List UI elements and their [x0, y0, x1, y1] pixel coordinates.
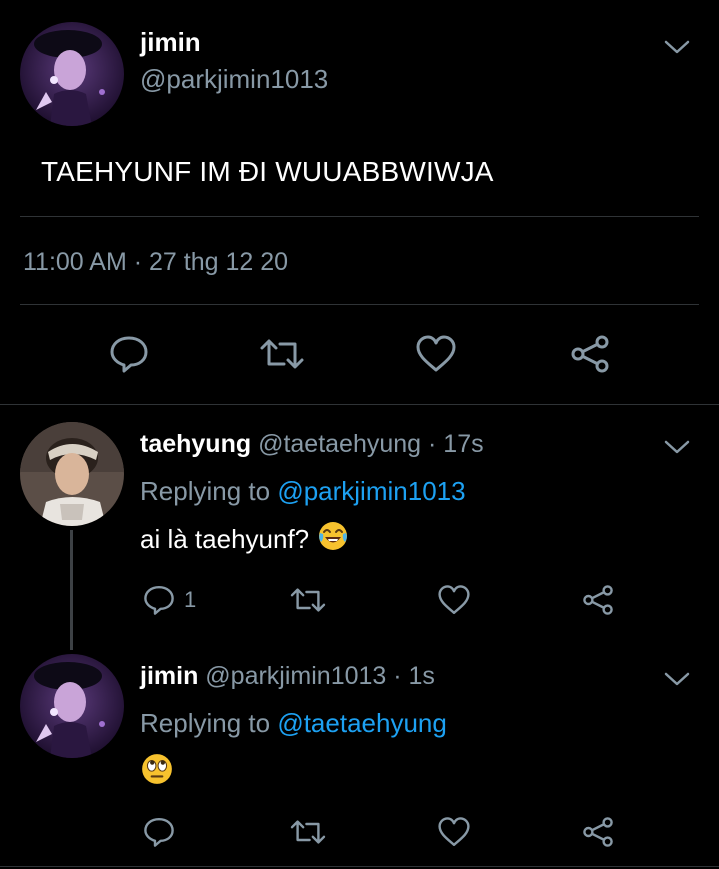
- user-handle-time[interactable]: @parkjimin1013 · 1s: [205, 662, 435, 690]
- display-name[interactable]: taehyung: [140, 430, 251, 458]
- display-name[interactable]: jimin: [140, 27, 201, 58]
- retweet-icon: [290, 588, 326, 612]
- divider: [20, 304, 699, 305]
- like-icon: [438, 585, 470, 614]
- tweet-text: TAEHYUNF IM ĐI WUUABBWIWJA: [41, 156, 494, 187]
- like-button[interactable]: [414, 334, 458, 374]
- face-with-rolling-eyes-icon: [140, 752, 174, 793]
- reply-count: 1: [184, 587, 197, 612]
- share-button[interactable]: [580, 584, 616, 616]
- share-button[interactable]: [580, 816, 616, 848]
- tweet-text-body: ai là taehyunf?: [140, 524, 310, 554]
- divider: [0, 404, 719, 405]
- like-icon: [416, 335, 456, 372]
- thread-line: [70, 530, 73, 650]
- reply-header[interactable]: taehyung @taetaehyung · 17s: [140, 430, 484, 459]
- divider: [0, 866, 719, 867]
- retweet-button[interactable]: [288, 584, 328, 616]
- replying-prefix: Replying to: [140, 708, 278, 738]
- replying-prefix: Replying to: [140, 476, 278, 506]
- tweet-timestamp[interactable]: 11:00 AM · 27 thg 12 20: [23, 248, 288, 277]
- reply-header[interactable]: jimin @parkjimin1013 · 1s: [140, 662, 435, 691]
- chevron-down-icon[interactable]: [664, 38, 690, 56]
- share-icon: [571, 335, 609, 373]
- reply-icon: [144, 818, 174, 847]
- like-button[interactable]: [436, 816, 472, 848]
- like-button[interactable]: [436, 584, 472, 616]
- reply-icon: [144, 586, 174, 615]
- retweet-button[interactable]: [258, 334, 306, 374]
- face-with-tears-of-joy-icon: [317, 520, 349, 559]
- reply-button[interactable]: [142, 816, 176, 848]
- share-button[interactable]: [568, 334, 612, 374]
- reply-icon: [110, 336, 148, 373]
- retweet-icon: [290, 820, 326, 844]
- display-name[interactable]: jimin: [140, 662, 198, 690]
- mention-link[interactable]: @taetaehyung: [277, 708, 447, 738]
- replying-to: Replying to @parkjimin1013: [140, 476, 466, 507]
- chevron-down-icon[interactable]: [664, 670, 690, 688]
- user-handle-time[interactable]: @taetaehyung · 17s: [258, 430, 484, 458]
- tweet-text: ai là taehyunf?: [140, 520, 349, 559]
- chevron-down-icon[interactable]: [664, 438, 690, 456]
- like-icon: [438, 817, 470, 846]
- reply-button[interactable]: [108, 334, 150, 374]
- reply-button[interactable]: 1: [142, 584, 196, 616]
- avatar[interactable]: [20, 22, 124, 126]
- retweet-button[interactable]: [288, 816, 328, 848]
- retweet-icon: [260, 339, 304, 369]
- avatar[interactable]: [20, 422, 124, 526]
- share-icon: [583, 585, 613, 615]
- avatar[interactable]: [20, 654, 124, 758]
- divider: [20, 216, 699, 217]
- mention-link[interactable]: @parkjimin1013: [277, 476, 465, 506]
- share-icon: [583, 817, 613, 847]
- tweet-text: [140, 752, 174, 793]
- user-handle[interactable]: @parkjimin1013: [140, 64, 328, 95]
- main-tweet: jimin @parkjimin1013 TAEHYUNF IM ĐI WUUA…: [0, 0, 719, 404]
- replying-to: Replying to @taetaehyung: [140, 708, 447, 739]
